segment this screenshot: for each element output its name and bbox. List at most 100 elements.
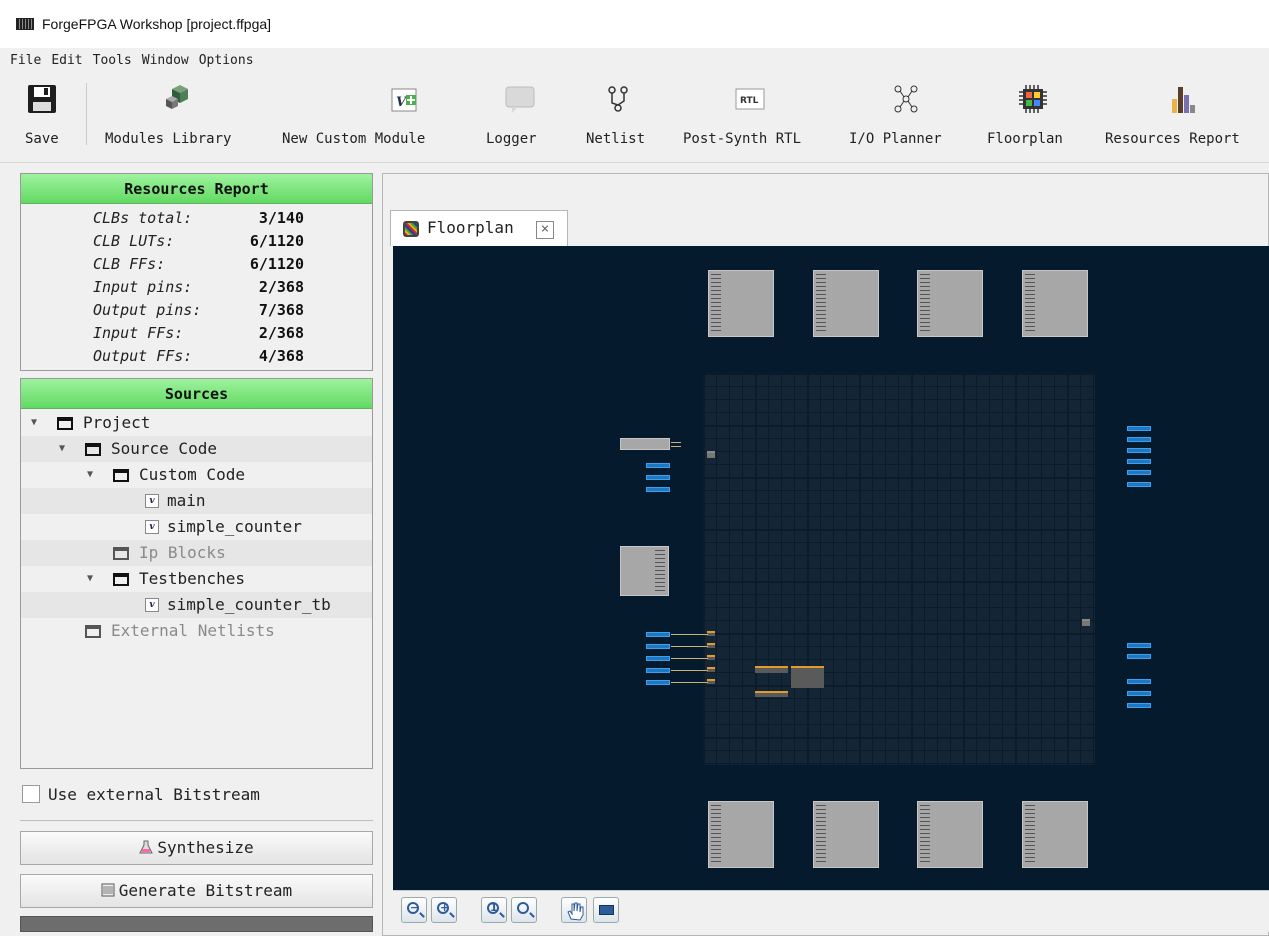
fullscreen-button[interactable] (593, 897, 619, 923)
clb-cell[interactable] (791, 666, 824, 688)
menu-options[interactable]: Options (195, 53, 260, 68)
canvas-toolbar: − + 1 (393, 890, 1269, 932)
io-port[interactable] (707, 643, 715, 648)
tree-item-main[interactable]: v main (21, 488, 372, 514)
generate-bitstream-button[interactable]: Generate Bitstream (20, 874, 373, 908)
folder-icon (113, 469, 129, 482)
bram-block[interactable] (708, 270, 774, 337)
io-planner-icon (890, 83, 922, 115)
io-buffer[interactable] (646, 475, 670, 480)
io-buffer[interactable] (1127, 437, 1151, 442)
io-buffer[interactable] (1127, 470, 1151, 475)
netlist-button[interactable]: Netlist (578, 73, 658, 163)
screen-icon (599, 905, 614, 915)
clb-cell[interactable] (755, 666, 788, 673)
tree-item-external-netlists[interactable]: External Netlists (21, 618, 372, 644)
io-buffer[interactable] (1127, 643, 1151, 648)
resource-row: Output FFs: 4/368 (93, 347, 304, 365)
logger-button[interactable]: Logger (480, 73, 560, 163)
bram-block[interactable] (1022, 801, 1088, 868)
close-tab-icon[interactable]: × (536, 221, 554, 239)
expand-arrow-icon[interactable]: ▼ (87, 462, 93, 488)
verilog-new-icon: V (388, 83, 420, 115)
expand-arrow-icon[interactable]: ▼ (31, 410, 37, 436)
tree-item-ip-blocks[interactable]: Ip Blocks (21, 540, 372, 566)
bram-block[interactable] (813, 270, 879, 337)
osc-block[interactable] (620, 438, 670, 450)
zoom-in-button[interactable]: + (431, 897, 457, 923)
tree-item-simple-counter[interactable]: v simple_counter (21, 514, 372, 540)
io-port[interactable] (707, 679, 715, 684)
io-buffer[interactable] (1127, 679, 1151, 684)
tree-item-testbenches[interactable]: ▼ Testbenches (21, 566, 372, 592)
io-port[interactable] (707, 451, 715, 458)
bram-block[interactable] (917, 270, 983, 337)
clb-cell[interactable] (755, 691, 788, 697)
net-line (671, 646, 708, 647)
use-external-bitstream-checkbox[interactable] (22, 785, 40, 803)
net-line (671, 634, 708, 635)
io-port[interactable] (707, 667, 715, 672)
tree-item-custom-code[interactable]: ▼ Custom Code (21, 462, 372, 488)
io-buffer[interactable] (1127, 448, 1151, 453)
bram-block[interactable] (813, 801, 879, 868)
synthesize-button[interactable]: Synthesize (20, 831, 373, 865)
io-buffer[interactable] (646, 668, 670, 673)
folder-icon (57, 417, 73, 430)
resource-row: CLB LUTs: 6/1120 (93, 232, 304, 250)
io-port[interactable] (707, 655, 715, 660)
pan-button[interactable] (561, 897, 587, 923)
menu-file[interactable]: File (6, 53, 47, 68)
resource-row: CLBs total: 3/140 (93, 209, 304, 227)
floorplan-button[interactable]: Floorplan (980, 73, 1085, 163)
io-buffer[interactable] (646, 656, 670, 661)
sources-title: Sources (21, 379, 372, 409)
menu-edit[interactable]: Edit (47, 53, 88, 68)
io-buffer[interactable] (1127, 459, 1151, 464)
io-buffer[interactable] (646, 632, 670, 637)
fabric-grid[interactable] (703, 373, 1095, 765)
menu-tools[interactable]: Tools (89, 53, 138, 68)
resources-report-panel: Resources Report CLBs total: 3/140 CLB LU… (20, 173, 373, 371)
io-planner-button[interactable]: I/O Planner (843, 73, 968, 163)
tree-item-project[interactable]: ▼ Project (21, 410, 372, 436)
io-buffer[interactable] (646, 463, 670, 468)
io-buffer[interactable] (646, 680, 670, 685)
modules-library-button[interactable]: Modules Library (100, 73, 260, 163)
bram-block[interactable] (917, 801, 983, 868)
tree-item-simple-counter-tb[interactable]: v simple_counter_tb (21, 592, 372, 618)
toolbar: Save Modules Library V New Custom Module… (0, 73, 1269, 163)
io-buffer[interactable] (1127, 703, 1151, 708)
io-buffer[interactable] (646, 644, 670, 649)
divider (20, 820, 373, 821)
io-port[interactable] (707, 631, 715, 636)
sources-panel: Sources ▼ Project ▼ Source Code ▼ Custom… (20, 378, 373, 769)
pll-block[interactable] (620, 546, 669, 596)
io-buffer[interactable] (1127, 426, 1151, 431)
folder-icon (113, 573, 129, 586)
io-buffer[interactable] (1127, 654, 1151, 659)
zoom-reset-button[interactable]: 1 (481, 897, 507, 923)
net-line (671, 658, 708, 659)
expand-arrow-icon[interactable]: ▼ (87, 566, 93, 592)
resources-report-button[interactable]: Resources Report (1100, 73, 1265, 163)
zoom-out-button[interactable]: − (401, 897, 427, 923)
menu-window[interactable]: Window (138, 53, 195, 68)
resource-row: Output pins: 7/368 (93, 301, 304, 319)
tab-floorplan[interactable]: Floorplan × (390, 210, 568, 246)
expand-arrow-icon[interactable]: ▼ (59, 436, 65, 462)
io-port[interactable] (1082, 619, 1090, 626)
floorplan-canvas[interactable] (393, 246, 1269, 890)
cubes-icon (162, 83, 194, 115)
save-button[interactable]: Save (6, 73, 78, 163)
new-custom-module-button[interactable]: V New Custom Module (276, 73, 451, 163)
zoom-fit-button[interactable] (511, 897, 537, 923)
io-buffer[interactable] (1127, 691, 1151, 696)
io-buffer[interactable] (1127, 482, 1151, 487)
post-synth-rtl-button[interactable]: RTL Post-Synth RTL (676, 73, 826, 163)
bram-block[interactable] (708, 801, 774, 868)
bram-block[interactable] (1022, 270, 1088, 337)
tree-item-source-code[interactable]: ▼ Source Code (21, 436, 372, 462)
net-line (671, 442, 681, 443)
io-buffer[interactable] (646, 487, 670, 492)
